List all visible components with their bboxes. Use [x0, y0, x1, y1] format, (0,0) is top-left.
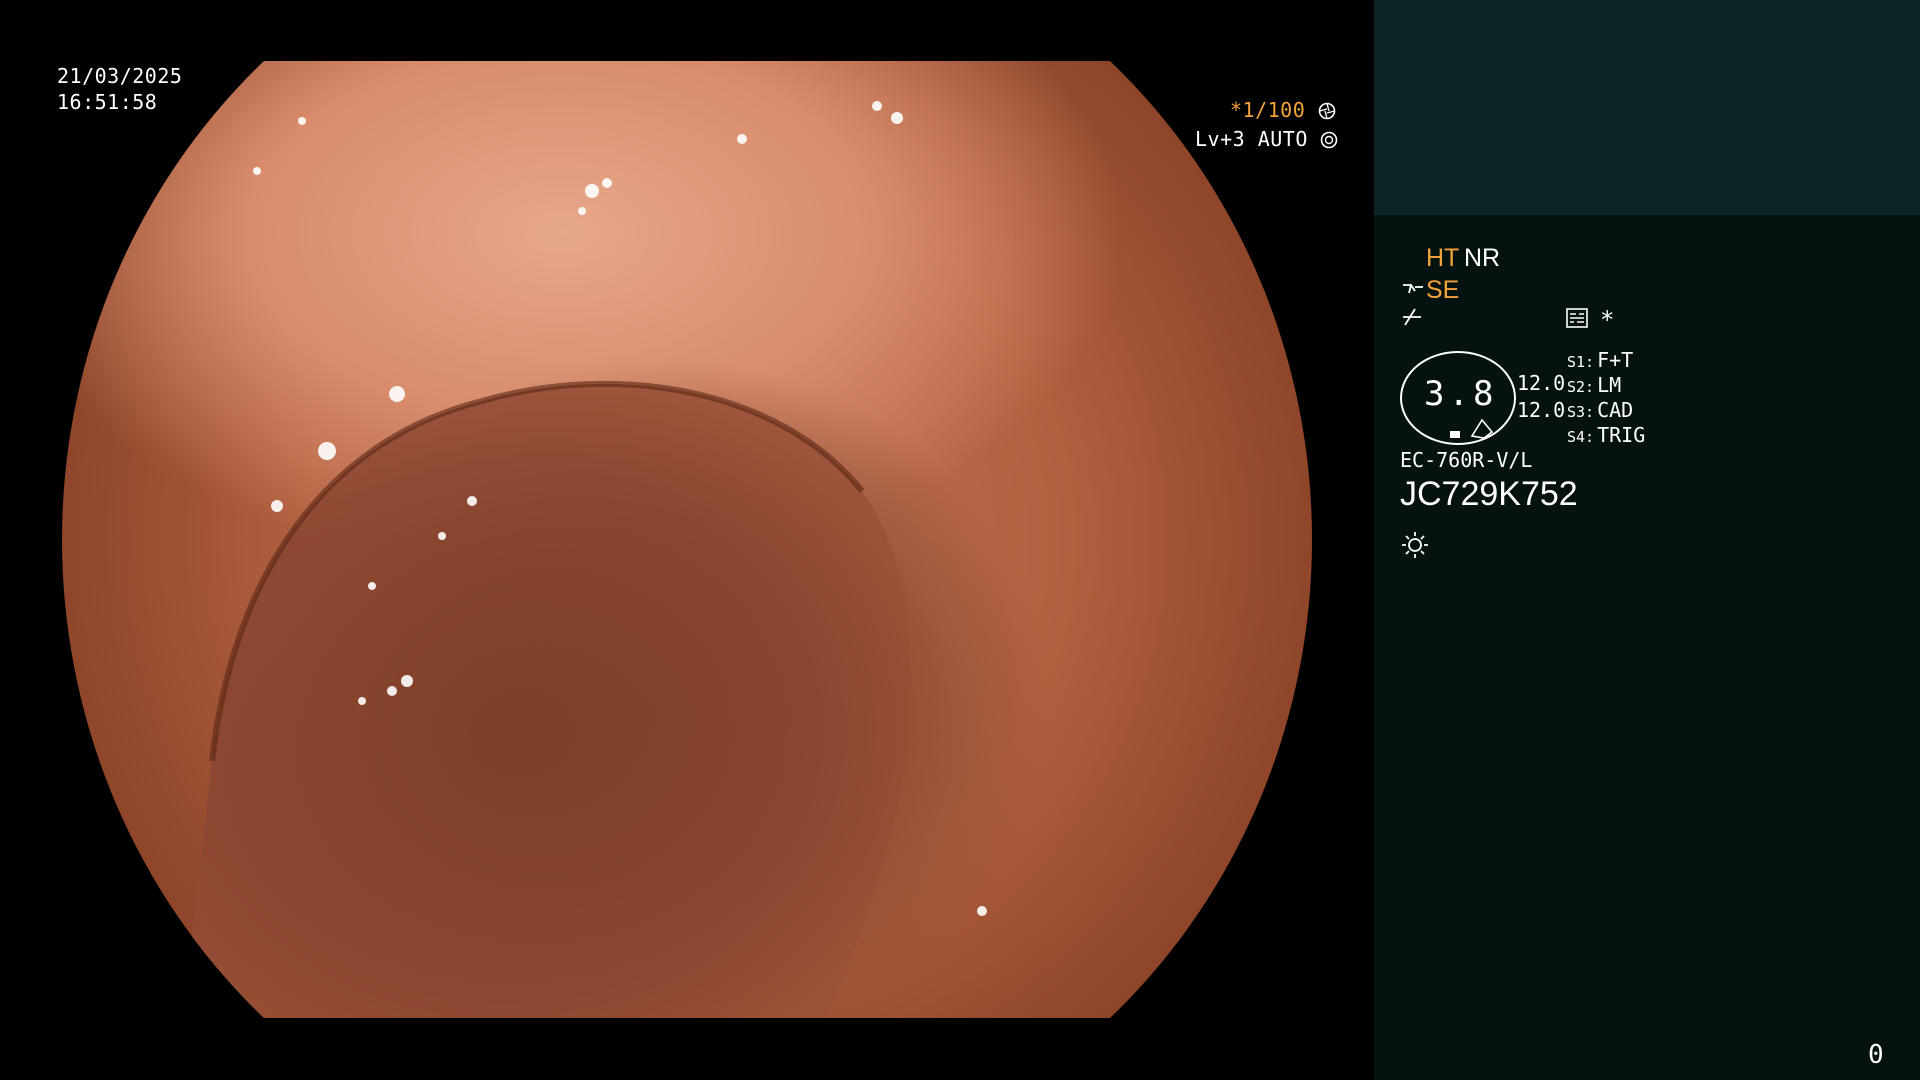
switch-key: S3: [1567, 403, 1595, 421]
se-indicator: SE [1426, 276, 1460, 304]
light-source-icon [1402, 532, 1428, 558]
date-text: 21/03/2025 [57, 64, 183, 88]
date-time-display: 21/03/2025 16:51:58 [57, 63, 182, 115]
hook-icon [1403, 284, 1423, 294]
switch-key: S1: [1567, 353, 1595, 371]
switch-value: F+T [1597, 348, 1634, 372]
switch-key: S2: [1567, 378, 1595, 396]
switch-row-3: S3: CAD [1567, 398, 1633, 422]
switch-key: S4: [1567, 428, 1595, 446]
info-panel [1374, 215, 1920, 1080]
scope-serial: JC729K752 [1400, 475, 1578, 513]
switch-value: LM [1597, 373, 1622, 397]
switch-value: TRIG [1597, 423, 1646, 447]
star-indicator: * [1600, 306, 1615, 334]
zoom-marker [1450, 431, 1460, 438]
shutter-speed-indicator: *1/100 [1230, 97, 1336, 123]
level-text: Lv+3 AUTO [1195, 127, 1308, 151]
value-1: 12.0 [1517, 371, 1566, 395]
info-panel-header [1374, 0, 1920, 215]
switch-row-2: S2: LM [1567, 373, 1621, 397]
time-text: 16:51:58 [57, 90, 158, 114]
ht-indicator: HT [1426, 244, 1460, 272]
scope-model: EC-760R-V/L [1400, 448, 1533, 472]
zoom-flag-icon [1470, 418, 1494, 439]
switch-row-1: S1: F+T [1567, 348, 1633, 372]
switch-value: CAD [1597, 398, 1634, 422]
camera-settings-icon [1566, 308, 1588, 328]
aperture-icon [1318, 102, 1336, 120]
endoscopic-image [62, 61, 1312, 1018]
zoom-value: 3.8 [1424, 374, 1498, 414]
frame-counter: 0 [1868, 1040, 1884, 1070]
enhancement-icon [1403, 308, 1421, 326]
value-2: 12.0 [1517, 398, 1566, 422]
brightness-level-indicator: Lv+3 AUTO [1195, 126, 1338, 152]
shutter-text: *1/100 [1230, 98, 1306, 122]
lumen-illustration [182, 101, 987, 1018]
endoscope-video-area: 21/03/2025 16:51:58 *1/100 Lv+3 AUTO [0, 0, 1374, 1080]
iris-icon [1321, 131, 1338, 149]
switch-row-4: S4: TRIG [1567, 423, 1645, 447]
nr-indicator: NR [1464, 244, 1501, 272]
